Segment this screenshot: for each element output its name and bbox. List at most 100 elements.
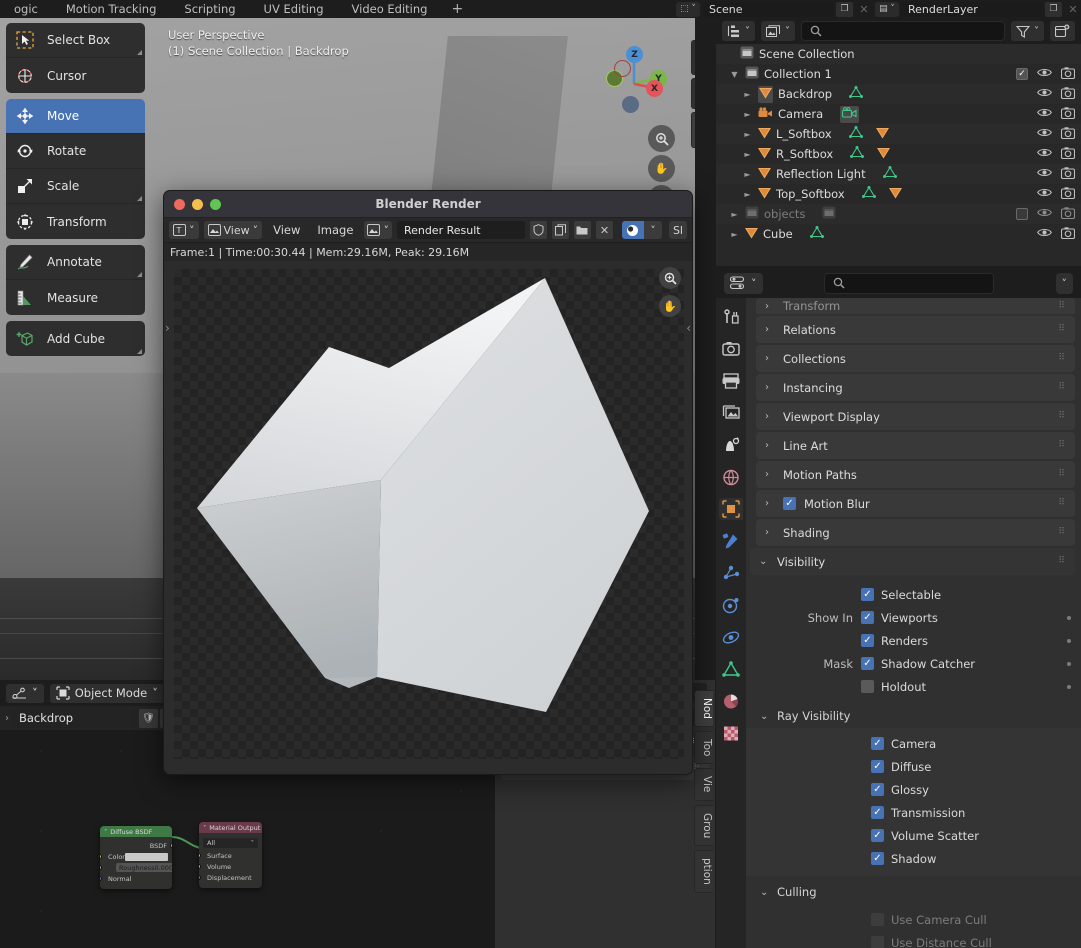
material-icon[interactable] xyxy=(877,147,891,162)
chevron-down-icon[interactable]: ⌄ xyxy=(760,711,770,722)
tool-tab[interactable] xyxy=(719,306,743,328)
disable-in-renders-icon[interactable] xyxy=(1060,186,1076,202)
outliner-row-cube[interactable]: ► Cube xyxy=(716,224,1081,244)
disable-in-renders-icon[interactable] xyxy=(1060,106,1076,122)
remove-scene-icon[interactable]: ✕ xyxy=(856,2,872,17)
object-tab[interactable] xyxy=(719,498,743,520)
outliner-tree[interactable]: Scene Collection ▼ Collection 1 ✓ ► Back… xyxy=(716,44,1081,266)
new-scene-icon[interactable]: ❐ xyxy=(836,1,853,17)
object-mode-selector[interactable]: Object Mode ˅ xyxy=(49,683,164,703)
mesh-data-icon[interactable] xyxy=(809,226,824,242)
input-socket-surface[interactable] xyxy=(199,853,201,858)
node-input-volume[interactable]: Volume xyxy=(199,861,262,872)
disable-in-renders-icon[interactable] xyxy=(1060,206,1076,222)
holdout-checkbox[interactable] xyxy=(861,680,874,693)
expand-arrow[interactable]: ► xyxy=(742,130,753,139)
editor-type-icon[interactable]: ˅ xyxy=(6,683,44,703)
outliner-row-top-softbox[interactable]: ► Top_Softbox xyxy=(716,184,1081,204)
mesh-data-icon[interactable] xyxy=(861,186,876,202)
use-distance-cull-checkbox[interactable] xyxy=(871,936,884,948)
particles-tab[interactable] xyxy=(719,562,743,584)
panel-visibility[interactable]: ⌄ Visibility ⠿ xyxy=(750,548,1075,575)
data-tab[interactable] xyxy=(719,658,743,680)
disable-in-renders-icon[interactable] xyxy=(1060,86,1076,102)
tool-select-box[interactable]: Select Box xyxy=(6,23,145,58)
node-material-output[interactable]: ˅ Material Output All ˅ Surface Volume D… xyxy=(199,822,262,888)
outliner-row-r-softbox[interactable]: ► R_Softbox xyxy=(716,144,1081,164)
input-socket-roughness[interactable] xyxy=(100,865,102,870)
tool-transform[interactable]: Transform xyxy=(6,204,145,239)
chevron-right-icon[interactable]: › xyxy=(765,469,775,480)
hide-in-viewport-icon[interactable] xyxy=(1037,207,1052,221)
material-icon[interactable] xyxy=(875,127,889,142)
physics-tab[interactable] xyxy=(719,594,743,616)
panel-line-art[interactable]: › Line Art ⠿ xyxy=(756,432,1075,459)
view-layer-tab[interactable] xyxy=(719,402,743,424)
image-browse-icon[interactable]: ˅ xyxy=(364,221,392,239)
properties-editor[interactable]: ˅ ˅ › Transform ⠿ › Relations ⠿ › Collec… xyxy=(716,268,1081,948)
chevron-right-icon[interactable]: › xyxy=(765,498,775,509)
constraints-tab[interactable] xyxy=(719,626,743,648)
ray-glossy-checkbox[interactable]: ✓ xyxy=(871,783,884,796)
subpanel-culling[interactable]: ⌄ Culling xyxy=(746,880,1081,904)
tool-measure[interactable]: Measure xyxy=(6,280,145,315)
navigation-gizmo[interactable]: Z Y X xyxy=(598,38,668,113)
menu-view[interactable]: View xyxy=(267,223,306,237)
animate-property-icon[interactable] xyxy=(1067,638,1071,643)
display-mode-icon[interactable]: ˅ xyxy=(761,21,795,41)
collection-data-icon[interactable] xyxy=(822,206,836,222)
expand-arrow[interactable]: ► xyxy=(729,210,740,219)
mesh-data-icon[interactable] xyxy=(850,146,865,162)
open-image-icon[interactable] xyxy=(573,221,591,239)
node-input-surface[interactable]: Surface xyxy=(199,850,262,861)
expand-left-sidebar-icon[interactable]: › xyxy=(165,321,170,335)
texture-tab[interactable] xyxy=(719,722,743,744)
render-window-titlebar[interactable]: Blender Render xyxy=(164,191,692,218)
outliner[interactable]: ˅ ˅ ˅ Scene Collection ▼ Collection 1 ✓ … xyxy=(716,18,1081,266)
hide-in-viewport-icon[interactable] xyxy=(1037,187,1052,201)
panel-viewport-display[interactable]: › Viewport Display ⠿ xyxy=(756,403,1075,430)
expand-arrow[interactable]: ► xyxy=(742,150,753,159)
use-camera-cull-checkbox[interactable] xyxy=(871,913,884,926)
node-input-color[interactable]: Color xyxy=(100,851,172,862)
properties-options-icon[interactable]: ˅ xyxy=(1055,272,1073,294)
disable-in-renders-icon[interactable] xyxy=(1060,146,1076,162)
collapse-icon[interactable]: ˅ xyxy=(203,824,206,832)
modifiers-tab[interactable] xyxy=(719,530,743,552)
tool-rotate[interactable]: Rotate xyxy=(6,134,145,169)
camera-data-icon[interactable] xyxy=(840,105,860,123)
outliner-row-scene-collection[interactable]: Scene Collection xyxy=(716,44,1081,64)
shadow-catcher-checkbox[interactable]: ✓ xyxy=(861,657,874,670)
mesh-data-icon[interactable] xyxy=(882,166,897,182)
output-target-select[interactable]: All ˅ xyxy=(203,838,258,848)
tool-annotate[interactable]: Annotate xyxy=(6,245,145,280)
mesh-data-icon[interactable] xyxy=(849,86,864,102)
hide-in-viewport-icon[interactable] xyxy=(1037,107,1052,121)
gizmo-axis-x[interactable]: X xyxy=(646,80,663,97)
workspace-tab-video-editing[interactable]: Video Editing xyxy=(338,2,442,16)
zoom-view-icon[interactable] xyxy=(648,125,675,152)
expand-right-sidebar-icon[interactable]: ‹ xyxy=(686,321,691,335)
panel-motion-paths[interactable]: › Motion Paths ⠿ xyxy=(756,461,1075,488)
expand-arrow[interactable]: ▼ xyxy=(729,70,740,79)
chevron-right-icon[interactable]: › xyxy=(765,301,775,312)
ray-shadow-checkbox[interactable]: ✓ xyxy=(871,852,884,865)
panel-motion-blur[interactable]: › ✓ Motion Blur ⠿ xyxy=(756,490,1075,517)
selectable-checkbox[interactable]: ✓ xyxy=(861,588,874,601)
render-window[interactable]: Blender Render T ˅ View ˅ View Image ˅ R… xyxy=(163,190,693,775)
node-tab-group[interactable]: Grou xyxy=(694,804,713,847)
ray-diffuse-checkbox[interactable]: ✓ xyxy=(871,760,884,773)
editor-type-icon[interactable]: ˅ xyxy=(722,21,755,41)
chevron-right-icon[interactable]: › xyxy=(765,353,775,364)
chevron-right-icon[interactable]: › xyxy=(765,440,775,451)
outliner-row-backdrop[interactable]: ► Backdrop xyxy=(716,84,1081,104)
properties-panel-list[interactable]: › Transform ⠿ › Relations ⠿ › Collection… xyxy=(746,298,1081,948)
panel-transform[interactable]: › Transform ⠿ xyxy=(756,298,1075,314)
outliner-search-input[interactable] xyxy=(801,21,1005,41)
chevron-right-icon[interactable]: › xyxy=(765,382,775,393)
expand-arrow[interactable]: ► xyxy=(729,230,740,239)
chevron-right-icon[interactable]: › xyxy=(765,324,775,335)
expand-arrow[interactable]: ► xyxy=(742,190,753,199)
fake-user-icon[interactable]: 🛡 xyxy=(139,708,158,728)
exclude-checkbox[interactable]: ✓ xyxy=(1016,68,1028,80)
